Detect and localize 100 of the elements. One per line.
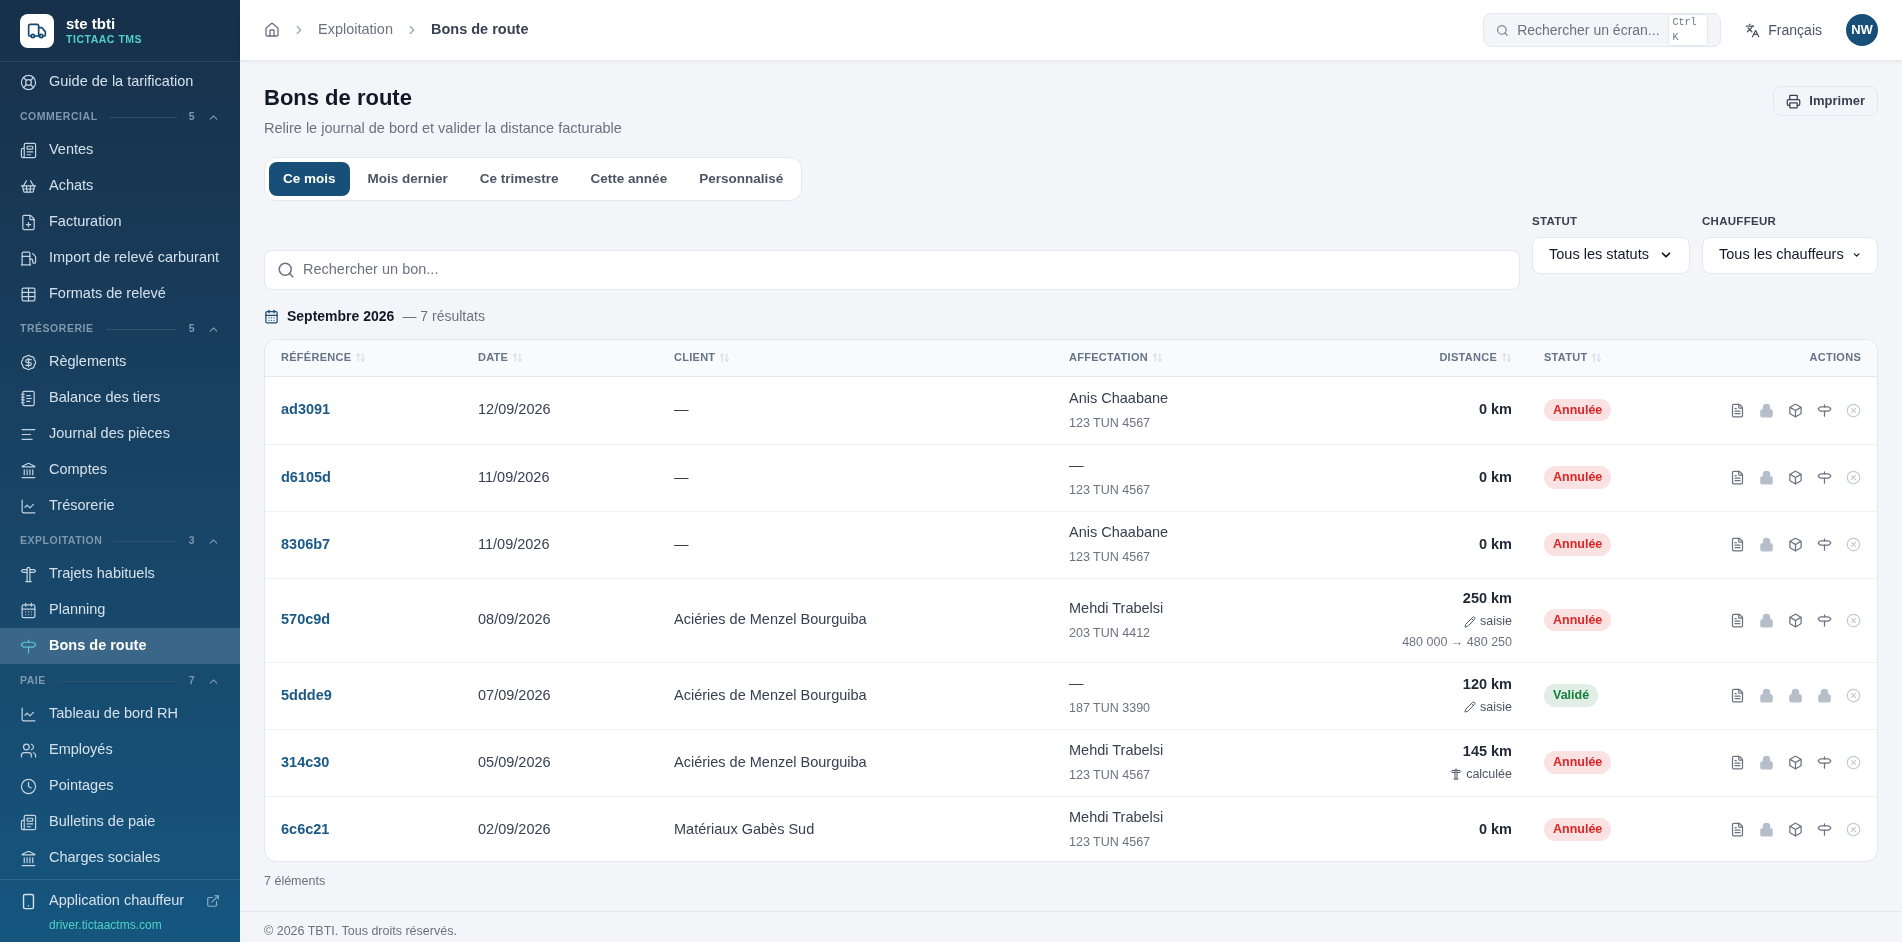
client-cell-text: Matériaux Gabès Sud (674, 819, 816, 839)
document-icon[interactable] (1730, 402, 1745, 418)
sidebar-item[interactable]: Import de relevé carburant (0, 240, 240, 276)
document-icon[interactable] (1730, 688, 1745, 703)
reference-link[interactable]: 6c6c21 (281, 818, 478, 841)
brand-product: TICTAAC TMS (66, 33, 143, 47)
section-title: EXPLOITATION (20, 533, 103, 549)
reference-link[interactable]: 8306b7 (281, 533, 478, 556)
sidebar-item[interactable]: Formats de relevé (0, 276, 240, 312)
reference-link[interactable]: 5ddde9 (281, 684, 478, 707)
user-avatar[interactable]: NW (1846, 14, 1878, 46)
period-tab[interactable]: Personnalisé (685, 162, 798, 197)
box-icon[interactable] (1788, 612, 1803, 628)
results-period: Septembre 2026 (287, 306, 395, 326)
reference-link[interactable]: ad3091 (281, 399, 478, 421)
pencil-icon (1464, 615, 1477, 628)
signpost-icon[interactable] (1817, 822, 1832, 837)
lifebuoy-icon (20, 73, 37, 91)
section-title: COMMERCIAL (20, 109, 98, 125)
results-count: — 7 résultats (402, 306, 485, 326)
receipt-icon (20, 813, 37, 831)
page-title: Bons de route (264, 84, 413, 112)
driver-app-link[interactable]: Application chauffeur (20, 890, 220, 912)
sidebar-item[interactable]: Trésorerie (0, 488, 240, 524)
clock-icon (20, 777, 37, 795)
sidebar-item[interactable]: Planning (0, 592, 240, 628)
column-header[interactable]: RÉFÉRENCE (281, 349, 478, 366)
printer-icon (1786, 93, 1802, 109)
column-header[interactable]: AFFECTATION (1069, 349, 1369, 366)
document-icon[interactable] (1730, 755, 1745, 770)
signpost-icon[interactable] (1817, 470, 1832, 485)
box-icon[interactable] (1788, 470, 1803, 485)
driver-app-url[interactable]: driver.tictaactms.com (20, 916, 220, 934)
plate-number: 123 TUN 4567 (1069, 482, 1152, 499)
driver-name: Mehdi Trabelsi (1069, 808, 1165, 828)
signpost-icon[interactable] (1817, 402, 1832, 418)
sidebar-item[interactable]: Bulletins de paie (0, 804, 240, 840)
distance-value: 250 km (1462, 589, 1512, 609)
column-header[interactable]: STATUT (1512, 349, 1664, 366)
sidebar-item[interactable]: Tableau de bord RH (0, 696, 240, 732)
distance-value: 0 km (1478, 534, 1512, 554)
document-icon[interactable] (1730, 612, 1745, 628)
signpost-icon[interactable] (1817, 612, 1832, 628)
period-tab[interactable]: Ce mois (269, 162, 350, 197)
sidebar-item[interactable]: Employés (0, 732, 240, 768)
driver-name: Mehdi Trabelsi (1069, 598, 1165, 618)
box-icon[interactable] (1788, 537, 1803, 552)
sidebar-item[interactable]: Règlements (0, 344, 240, 380)
box-icon[interactable] (1788, 402, 1803, 418)
home-icon[interactable] (264, 22, 280, 38)
reference-link[interactable]: 570c9d (281, 609, 478, 631)
signpost-icon[interactable] (1817, 755, 1832, 770)
language-switcher[interactable]: Français (1745, 19, 1822, 41)
column-header[interactable]: DISTANCE (1369, 349, 1512, 366)
filter-select[interactable]: Tous les chauffeurs (1702, 236, 1878, 274)
basket-icon (20, 177, 37, 195)
calendar-icon (264, 308, 279, 324)
client-cell-text: Aciéries de Menzel Bourguiba (674, 610, 868, 630)
document-icon[interactable] (1730, 470, 1745, 485)
line-chart-icon (20, 497, 37, 515)
distance-value: 120 km (1462, 675, 1512, 695)
print-button[interactable]: Imprimer (1773, 86, 1878, 116)
period-tab[interactable]: Cette année (576, 162, 682, 197)
filter-select[interactable]: Tous les statuts (1532, 236, 1690, 274)
distance-source: calculée (1466, 766, 1512, 783)
sidebar-item[interactable]: Ventes (0, 132, 240, 168)
sidebar-item[interactable]: Charges sociales (0, 840, 240, 876)
screen-search-field[interactable]: Rechercher un écran... Ctrl K (1483, 13, 1722, 47)
column-header[interactable]: DATE (478, 349, 674, 366)
reference-link[interactable]: 314c30 (281, 751, 478, 774)
calendar-icon (20, 601, 37, 619)
box-icon[interactable] (1788, 755, 1803, 770)
box-icon[interactable] (1788, 822, 1803, 837)
date-cell-text: 08/09/2026 (478, 610, 552, 630)
sidebar-item[interactable]: Achats (0, 168, 240, 204)
search-field[interactable]: Rechercher un bon... (264, 249, 1520, 290)
sidebar-item[interactable]: Journal des pièces (0, 416, 240, 452)
period-tab[interactable]: Ce trimestre (465, 162, 573, 197)
distance-value: 145 km (1462, 742, 1512, 762)
column-header[interactable]: CLIENT (674, 349, 1069, 366)
sidebar-item[interactable]: Balance des tiers (0, 380, 240, 416)
sidebar-item[interactable]: Guide de la tarification (0, 64, 240, 100)
sidebar-item[interactable]: Trajets habituels (0, 556, 240, 592)
sort-icon (355, 352, 367, 363)
reference-link[interactable]: d6105d (281, 466, 478, 489)
document-icon[interactable] (1730, 822, 1745, 837)
sidebar-item[interactable]: Bons de route (0, 628, 240, 664)
breadcrumb-item[interactable]: Exploitation (318, 19, 393, 41)
document-icon[interactable] (1730, 537, 1745, 552)
driver-name: Mehdi Trabelsi (1069, 741, 1165, 761)
driver-name: Anis Chaabane (1069, 523, 1170, 543)
signpost-icon[interactable] (1817, 537, 1832, 552)
client-cell-text: — (674, 467, 690, 487)
sidebar-item[interactable]: Facturation (0, 204, 240, 240)
period-tab[interactable]: Mois dernier (353, 162, 462, 197)
sidebar-item[interactable]: Comptes (0, 452, 240, 488)
table-icon (20, 285, 37, 303)
signpost-icon (20, 565, 37, 583)
sidebar-item[interactable]: Pointages (0, 768, 240, 804)
status-badge: Annulée (1544, 818, 1612, 841)
